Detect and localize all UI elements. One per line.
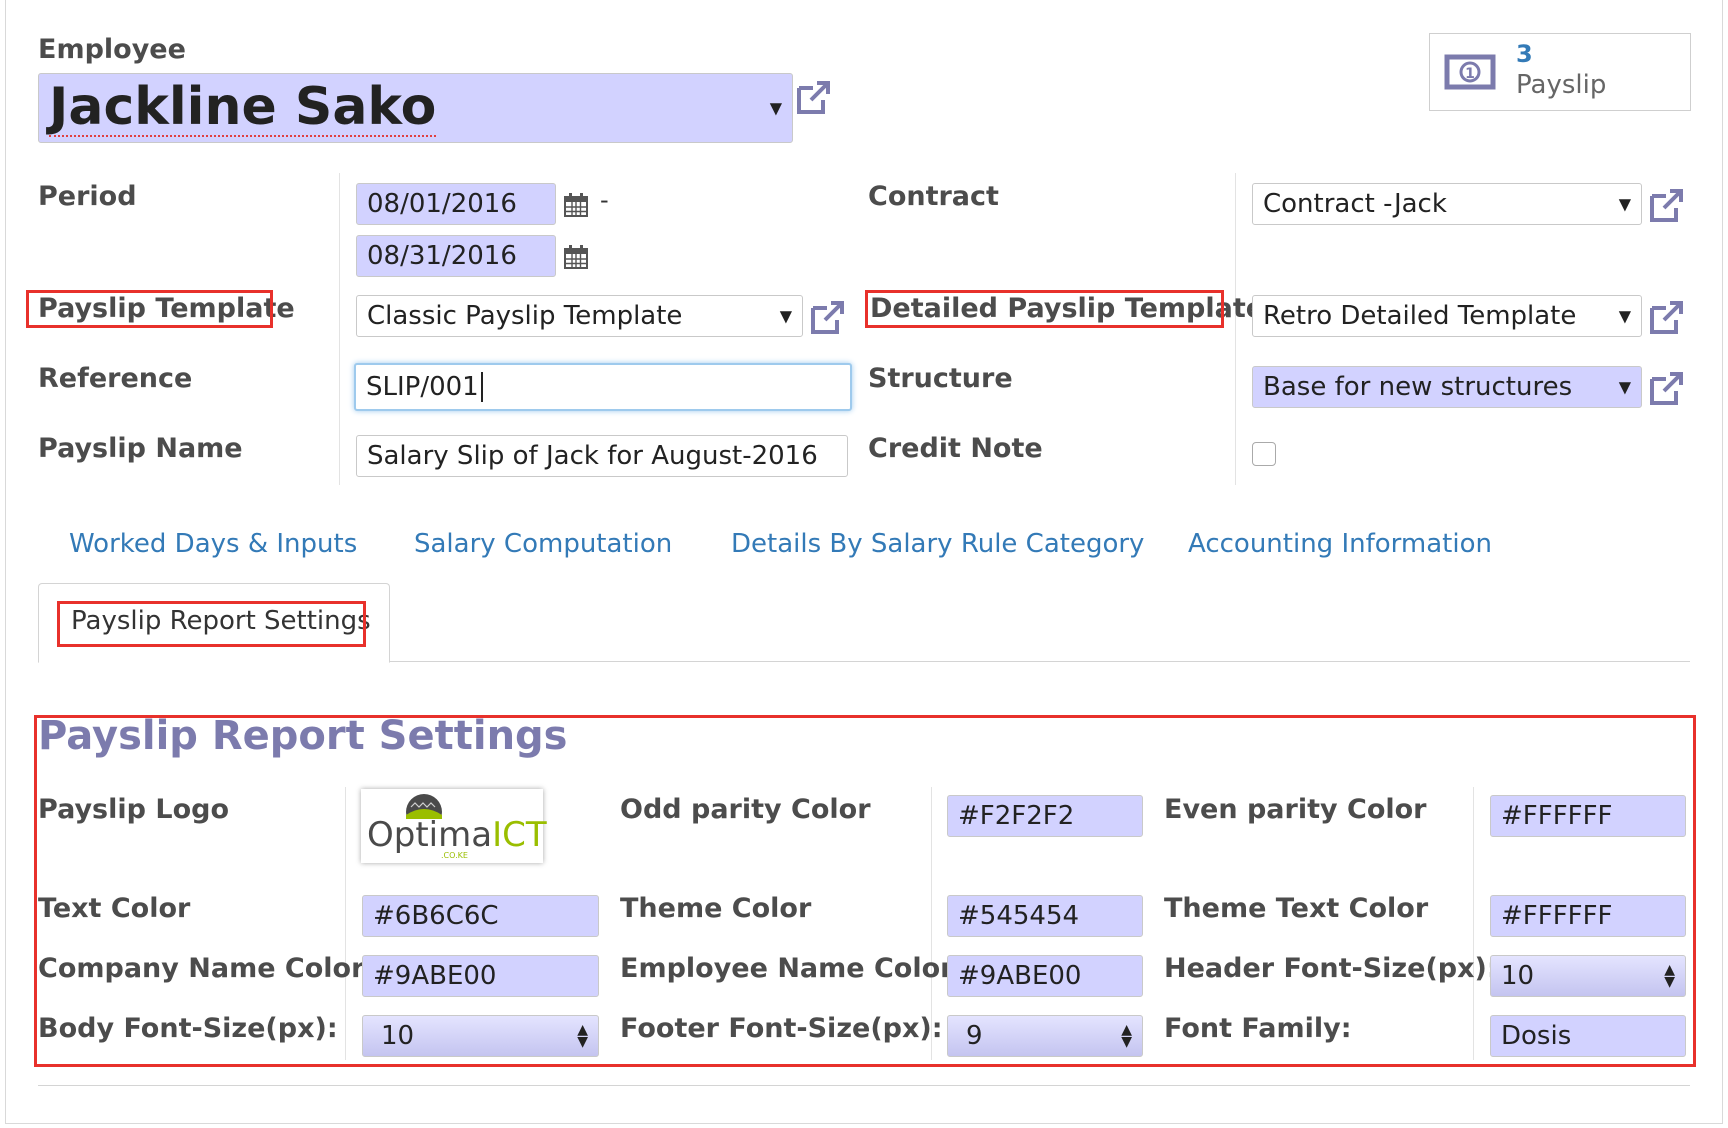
company-name-color-label: Company Name Color: [38, 953, 365, 984]
separator: [1473, 787, 1474, 1060]
employee-name-color-input[interactable]: #9ABE00: [947, 955, 1143, 997]
payslip-count: 3: [1516, 40, 1533, 68]
credit-note-checkbox[interactable]: [1252, 442, 1276, 466]
theme-color-input[interactable]: #545454: [947, 895, 1143, 937]
period-label: Period: [38, 181, 137, 212]
body-font-size-value: 10: [381, 1021, 415, 1051]
external-link-icon[interactable]: [1648, 298, 1686, 336]
text-color-input[interactable]: #6B6C6C: [362, 895, 599, 937]
payslip-name-input[interactable]: Salary Slip of Jack for August-2016: [356, 435, 848, 477]
tab-worked-days[interactable]: Worked Days & Inputs: [69, 529, 357, 559]
external-link-icon[interactable]: [795, 78, 833, 116]
tab-salary-computation[interactable]: Salary Computation: [414, 529, 672, 559]
company-logo[interactable]: OptimaICT .CO.KE: [361, 789, 547, 863]
company-name-color-input[interactable]: #9ABE00: [362, 955, 599, 997]
payslip-button-label: Payslip: [1516, 70, 1607, 100]
money-icon: 1: [1444, 54, 1496, 90]
credit-note-label: Credit Note: [868, 433, 1043, 464]
reference-input[interactable]: SLIP/001: [354, 363, 852, 411]
employee-label: Employee: [38, 34, 186, 65]
font-family-label: Font Family:: [1164, 1013, 1352, 1044]
spinner-arrows-icon: ▲ ▼: [1121, 1022, 1132, 1050]
text-cursor: [480, 372, 483, 402]
chevron-down-icon: ▼: [1618, 377, 1631, 397]
contract-value: Contract -Jack: [1263, 189, 1447, 219]
chevron-down-icon: ▼: [1618, 194, 1631, 214]
highlight-box: [57, 601, 366, 647]
structure-value: Base for new structures: [1263, 372, 1573, 402]
reference-label: Reference: [38, 363, 193, 394]
footer-font-size-select[interactable]: 9 ▲ ▼: [947, 1015, 1143, 1057]
separator: [339, 173, 340, 485]
logo-domain: .CO.KE: [441, 851, 468, 860]
date-separator: -: [600, 186, 609, 214]
tab-details-by-category[interactable]: Details By Salary Rule Category: [731, 529, 1144, 559]
employee-name: Jackline Sako: [49, 77, 437, 137]
payslip-template-value: Classic Payslip Template: [367, 301, 683, 331]
settings-title: Payslip Report Settings: [38, 713, 568, 759]
payslip-name-label: Payslip Name: [38, 433, 243, 464]
chevron-down-icon: ▼: [1618, 306, 1631, 326]
theme-color-label: Theme Color: [620, 893, 812, 924]
detailed-template-value: Retro Detailed Template: [1263, 301, 1577, 331]
theme-text-label: Theme Text Color: [1164, 893, 1429, 924]
contract-label: Contract: [868, 181, 999, 212]
external-link-icon[interactable]: [809, 298, 847, 336]
header-font-size-value: 10: [1501, 961, 1535, 991]
reference-value: SLIP/001: [366, 372, 479, 402]
header-font-size-label: Header Font-Size(px):: [1164, 953, 1498, 984]
payslip-template-select[interactable]: Classic Payslip Template ▼: [356, 295, 803, 337]
body-font-size-select[interactable]: 10 ▲ ▼: [362, 1015, 599, 1057]
font-family-input[interactable]: Dosis: [1490, 1015, 1686, 1057]
highlight-box: [865, 290, 1224, 328]
employee-name-color-label: Employee Name Color: [620, 953, 954, 984]
tab-accounting-information[interactable]: Accounting Information: [1188, 529, 1492, 559]
theme-text-input[interactable]: #FFFFFF: [1490, 895, 1686, 937]
even-parity-input[interactable]: #FFFFFF: [1490, 795, 1686, 837]
odd-parity-input[interactable]: #F2F2F2: [947, 795, 1143, 837]
date-from-input[interactable]: 08/01/2016: [356, 183, 556, 225]
external-link-icon[interactable]: [1648, 186, 1686, 224]
spinner-arrows-icon: ▲ ▼: [1664, 962, 1675, 990]
structure-label: Structure: [868, 363, 1013, 394]
structure-select[interactable]: Base for new structures ▼: [1252, 366, 1642, 408]
contract-select[interactable]: Contract -Jack ▼: [1252, 183, 1642, 225]
external-link-icon[interactable]: [1648, 369, 1686, 407]
odd-parity-label: Odd parity Color: [620, 794, 871, 825]
svg-text:1: 1: [1465, 66, 1475, 82]
text-color-label: Text Color: [38, 893, 191, 924]
logo-text-accent: ICT: [492, 815, 547, 855]
chevron-down-icon: ▼: [779, 306, 792, 326]
date-to-input[interactable]: 08/31/2016: [356, 235, 556, 277]
footer-font-size-label: Footer Font-Size(px):: [620, 1013, 943, 1044]
payslip-smart-button[interactable]: 1 3 Payslip: [1429, 33, 1691, 111]
detailed-template-select[interactable]: Retro Detailed Template ▼: [1252, 295, 1642, 337]
chevron-down-icon: ▼: [769, 98, 782, 118]
footer-font-size-value: 9: [966, 1021, 983, 1051]
body-font-size-label: Body Font-Size(px):: [38, 1013, 338, 1044]
highlight-box: [26, 290, 273, 328]
payslip-logo-label: Payslip Logo: [38, 794, 229, 825]
separator: [1235, 173, 1236, 485]
calendar-icon[interactable]: [563, 192, 589, 218]
employee-select[interactable]: Jackline Sako ▼: [38, 73, 793, 143]
even-parity-label: Even parity Color: [1164, 794, 1427, 825]
calendar-icon[interactable]: [563, 244, 589, 270]
spinner-arrows-icon: ▲ ▼: [577, 1022, 588, 1050]
separator: [345, 787, 346, 1060]
bottom-divider: [38, 1085, 1690, 1086]
logo-text: Optima: [367, 815, 493, 855]
header-font-size-select[interactable]: 10 ▲ ▼: [1490, 955, 1686, 997]
